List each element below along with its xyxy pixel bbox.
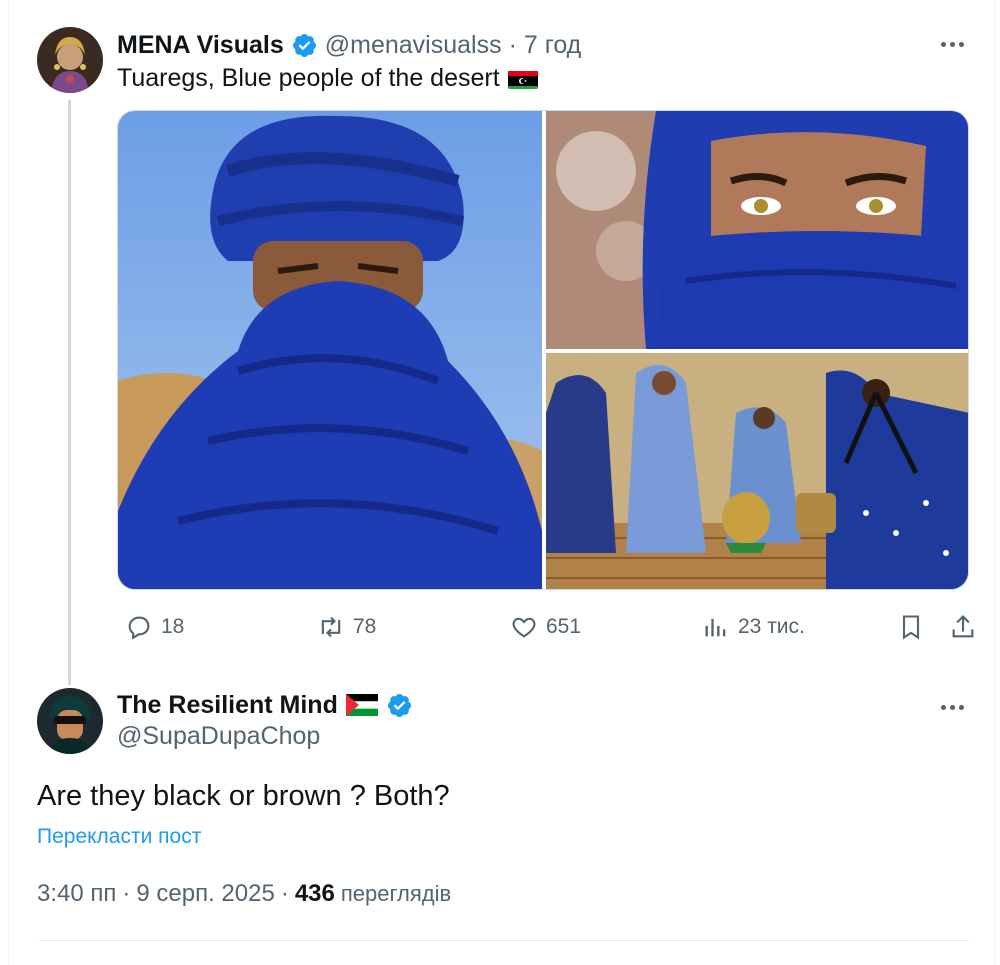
bookmark-button[interactable]: [897, 610, 925, 644]
author-name[interactable]: MENA Visuals: [117, 31, 284, 60]
more-options-icon[interactable]: [937, 34, 967, 54]
avatar-resilient-mind[interactable]: [37, 688, 103, 754]
verified-badge-icon: [386, 692, 413, 719]
tweet-date[interactable]: 9 серп. 2025: [136, 880, 274, 908]
tweet-time[interactable]: 3:40 пп: [37, 880, 116, 908]
views-label: переглядів: [340, 881, 452, 906]
view-count: 23 тис.: [738, 615, 805, 638]
tweet-text: Tuaregs, Blue people of the desert: [117, 64, 500, 92]
media-grid: [117, 110, 969, 590]
photo-tuareg-man[interactable]: [118, 111, 542, 589]
author-handle[interactable]: @menavisualss: [325, 31, 502, 60]
divider: [37, 940, 969, 941]
retweet-count: 78: [353, 615, 377, 638]
separator-dot: ·: [122, 880, 131, 907]
photo-eyes-closeup[interactable]: [546, 111, 968, 349]
thread-connector-line: [68, 100, 71, 685]
share-icon: [952, 615, 974, 638]
retweet-button[interactable]: 78: [317, 610, 376, 644]
views-count: 436: [294, 880, 335, 907]
tweet1-text: Tuaregs, Blue people of the desert: [117, 64, 538, 93]
bookmark-icon: [902, 615, 920, 640]
like-count: 651: [546, 615, 582, 638]
tweet1-header: MENA Visuals @menavisualss · 7 год: [117, 28, 581, 62]
thread-page: MENA Visuals @menavisualss · 7 год Tuare…: [8, 0, 996, 965]
more-options-icon[interactable]: [937, 697, 967, 717]
reply-count: 18: [161, 615, 185, 638]
like-button[interactable]: 651: [510, 610, 581, 644]
tweet-text: Are they black or brown ? Both?: [37, 780, 450, 812]
author-handle[interactable]: @SupaDupaChop: [117, 722, 320, 751]
photo-group-dancing[interactable]: [546, 353, 968, 589]
reply-button[interactable]: 18: [125, 610, 184, 644]
analytics-icon: [705, 618, 726, 637]
heart-icon: [512, 617, 536, 638]
retweet-icon: [321, 616, 341, 638]
share-button[interactable]: [949, 610, 977, 644]
tweet-time[interactable]: 7 год: [524, 31, 581, 60]
views-button[interactable]: 23 тис.: [702, 610, 805, 644]
tweet-metadata: 3:40 пп · 9 серп. 2025 · 436 переглядів: [37, 880, 451, 908]
separator-dot: ·: [508, 30, 517, 59]
verified-badge-icon: [291, 32, 318, 59]
reply-icon: [128, 616, 150, 640]
avatar-mena-visuals[interactable]: [37, 27, 103, 93]
tweet1-actions: 18 78 651 23 тис.: [117, 610, 977, 644]
tweet2-header: The Resilient Mind: [117, 688, 413, 722]
libya-flag-icon: [507, 69, 538, 89]
separator-dot: ·: [280, 880, 289, 907]
palestine-flag-icon: [345, 694, 378, 716]
author-name[interactable]: The Resilient Mind: [117, 691, 338, 720]
translate-post-link[interactable]: Перекласти пост: [37, 825, 201, 849]
